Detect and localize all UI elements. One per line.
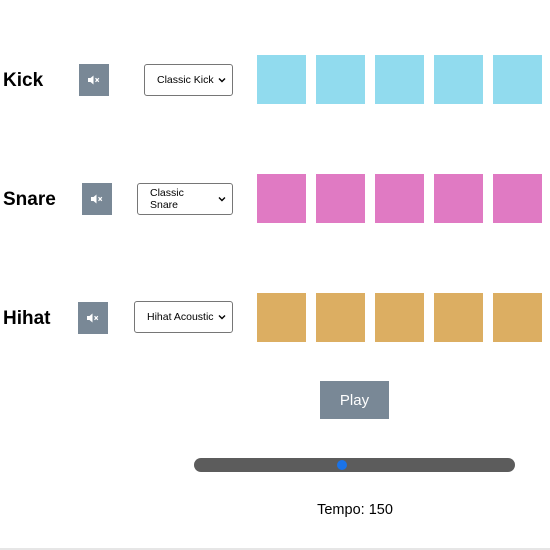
chevron-down-icon bbox=[218, 315, 226, 320]
drum-machine: Kick Classic Kick Snare Classic Snare Hi… bbox=[0, 0, 550, 550]
pad-hihat-3[interactable] bbox=[375, 293, 424, 342]
pad-kick-3[interactable] bbox=[375, 55, 424, 104]
pad-kick-2[interactable] bbox=[316, 55, 365, 104]
pad-snare-5[interactable] bbox=[493, 174, 542, 223]
track-name-kick: Kick bbox=[3, 70, 44, 91]
chevron-down-icon bbox=[218, 197, 226, 202]
sound-select-snare-value: Classic Snare bbox=[150, 187, 184, 211]
pad-kick-1[interactable] bbox=[257, 55, 306, 104]
pad-hihat-4[interactable] bbox=[434, 293, 483, 342]
pad-hihat-2[interactable] bbox=[316, 293, 365, 342]
track-name-hihat: Hihat bbox=[3, 308, 51, 329]
pad-kick-5[interactable] bbox=[493, 55, 542, 104]
tempo-label: Tempo: 150 bbox=[317, 502, 393, 518]
play-button[interactable]: Play bbox=[320, 381, 389, 419]
pad-kick-4[interactable] bbox=[434, 55, 483, 104]
sound-select-kick[interactable]: Classic Kick bbox=[144, 64, 233, 96]
pad-snare-1[interactable] bbox=[257, 174, 306, 223]
mute-button-snare[interactable] bbox=[82, 183, 112, 215]
pad-row-snare bbox=[257, 174, 542, 223]
speaker-muted-icon bbox=[88, 75, 100, 85]
speaker-muted-icon bbox=[87, 313, 99, 323]
pad-row-hihat bbox=[257, 293, 542, 342]
pad-hihat-1[interactable] bbox=[257, 293, 306, 342]
track-name-snare: Snare bbox=[3, 189, 56, 210]
sound-select-hihat-value: Hihat Acoustic bbox=[147, 311, 214, 323]
sound-select-hihat[interactable]: Hihat Acoustic bbox=[134, 301, 233, 333]
pad-row-kick bbox=[257, 55, 542, 104]
pad-hihat-5[interactable] bbox=[493, 293, 542, 342]
pad-snare-2[interactable] bbox=[316, 174, 365, 223]
chevron-down-icon bbox=[218, 78, 226, 83]
tempo-slider[interactable] bbox=[194, 458, 515, 472]
tempo-slider-thumb[interactable] bbox=[336, 460, 347, 470]
pad-snare-4[interactable] bbox=[434, 174, 483, 223]
mute-button-kick[interactable] bbox=[79, 64, 109, 96]
mute-button-hihat[interactable] bbox=[78, 302, 108, 334]
pad-snare-3[interactable] bbox=[375, 174, 424, 223]
sound-select-kick-value: Classic Kick bbox=[157, 74, 214, 86]
sound-select-snare[interactable]: Classic Snare bbox=[137, 183, 233, 215]
speaker-muted-icon bbox=[91, 194, 103, 204]
